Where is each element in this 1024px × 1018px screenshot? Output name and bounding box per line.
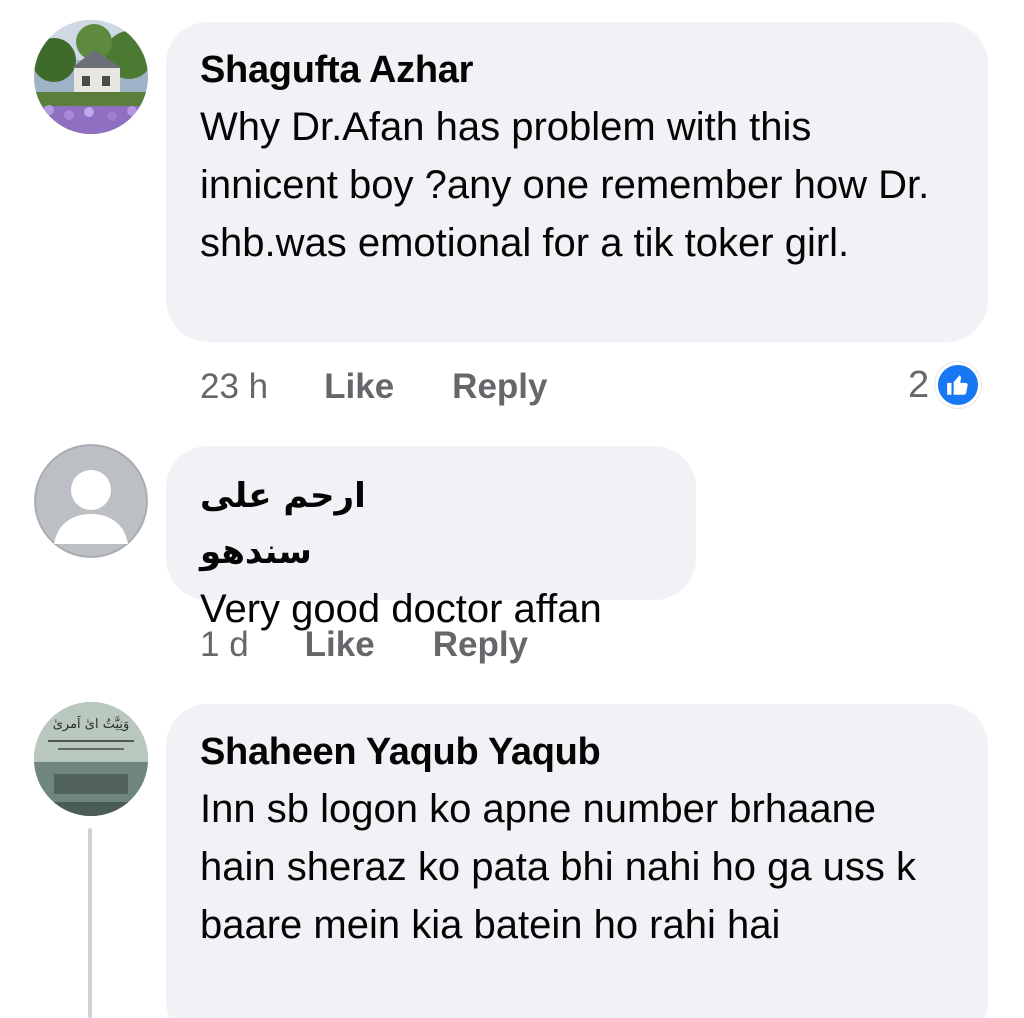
comment-author[interactable]: Shaheen Yaqub Yaqub: [200, 724, 954, 780]
comment-author[interactable]: Shagufta Azhar: [200, 42, 954, 98]
avatar-default[interactable]: [34, 444, 148, 558]
thumbs-up-icon: [947, 375, 968, 395]
thread-line: [88, 828, 92, 1018]
avatar-calligraphy-image: وَنِیَّتُ ایٰ اَمریٰ: [34, 702, 148, 816]
comment-timestamp[interactable]: 1 d: [200, 625, 249, 665]
comment-text: Inn sb logon ko apne number brhaane hain…: [200, 787, 917, 947]
comment-actions: 23 h Like Reply: [200, 362, 605, 412]
comment-bubble: Shagufta Azhar Why Dr.Afan has problem w…: [166, 22, 988, 342]
avatar-landscape-image: [34, 20, 148, 134]
comment-author[interactable]: ارحم علی سندھو: [200, 468, 470, 580]
avatar-shagufta-azhar[interactable]: [34, 20, 148, 134]
comment-bubble: Shaheen Yaqub Yaqub Inn sb logon ko apne…: [166, 704, 988, 1018]
like-button[interactable]: Like: [305, 625, 375, 665]
comment-actions: 1 d Like Reply: [200, 620, 586, 670]
reaction-count: 2: [908, 363, 930, 406]
like-icon: [935, 362, 982, 408]
comment-text: Why Dr.Afan has problem with this innice…: [200, 105, 930, 265]
avatar-urdu-text: وَنِیَّتُ ایٰ اَمریٰ: [53, 715, 130, 732]
like-button[interactable]: Like: [324, 367, 394, 407]
reaction-summary[interactable]: 2: [908, 360, 982, 410]
comment-bubble: ارحم علی سندھو Very good doctor affan: [166, 446, 696, 631]
avatar-shaheen-yaqub[interactable]: وَنِیَّتُ ایٰ اَمریٰ: [34, 702, 148, 816]
default-profile-icon: [34, 444, 148, 558]
reply-button[interactable]: Reply: [433, 625, 528, 665]
comment-timestamp[interactable]: 23 h: [200, 367, 268, 407]
reply-button[interactable]: Reply: [452, 367, 547, 407]
